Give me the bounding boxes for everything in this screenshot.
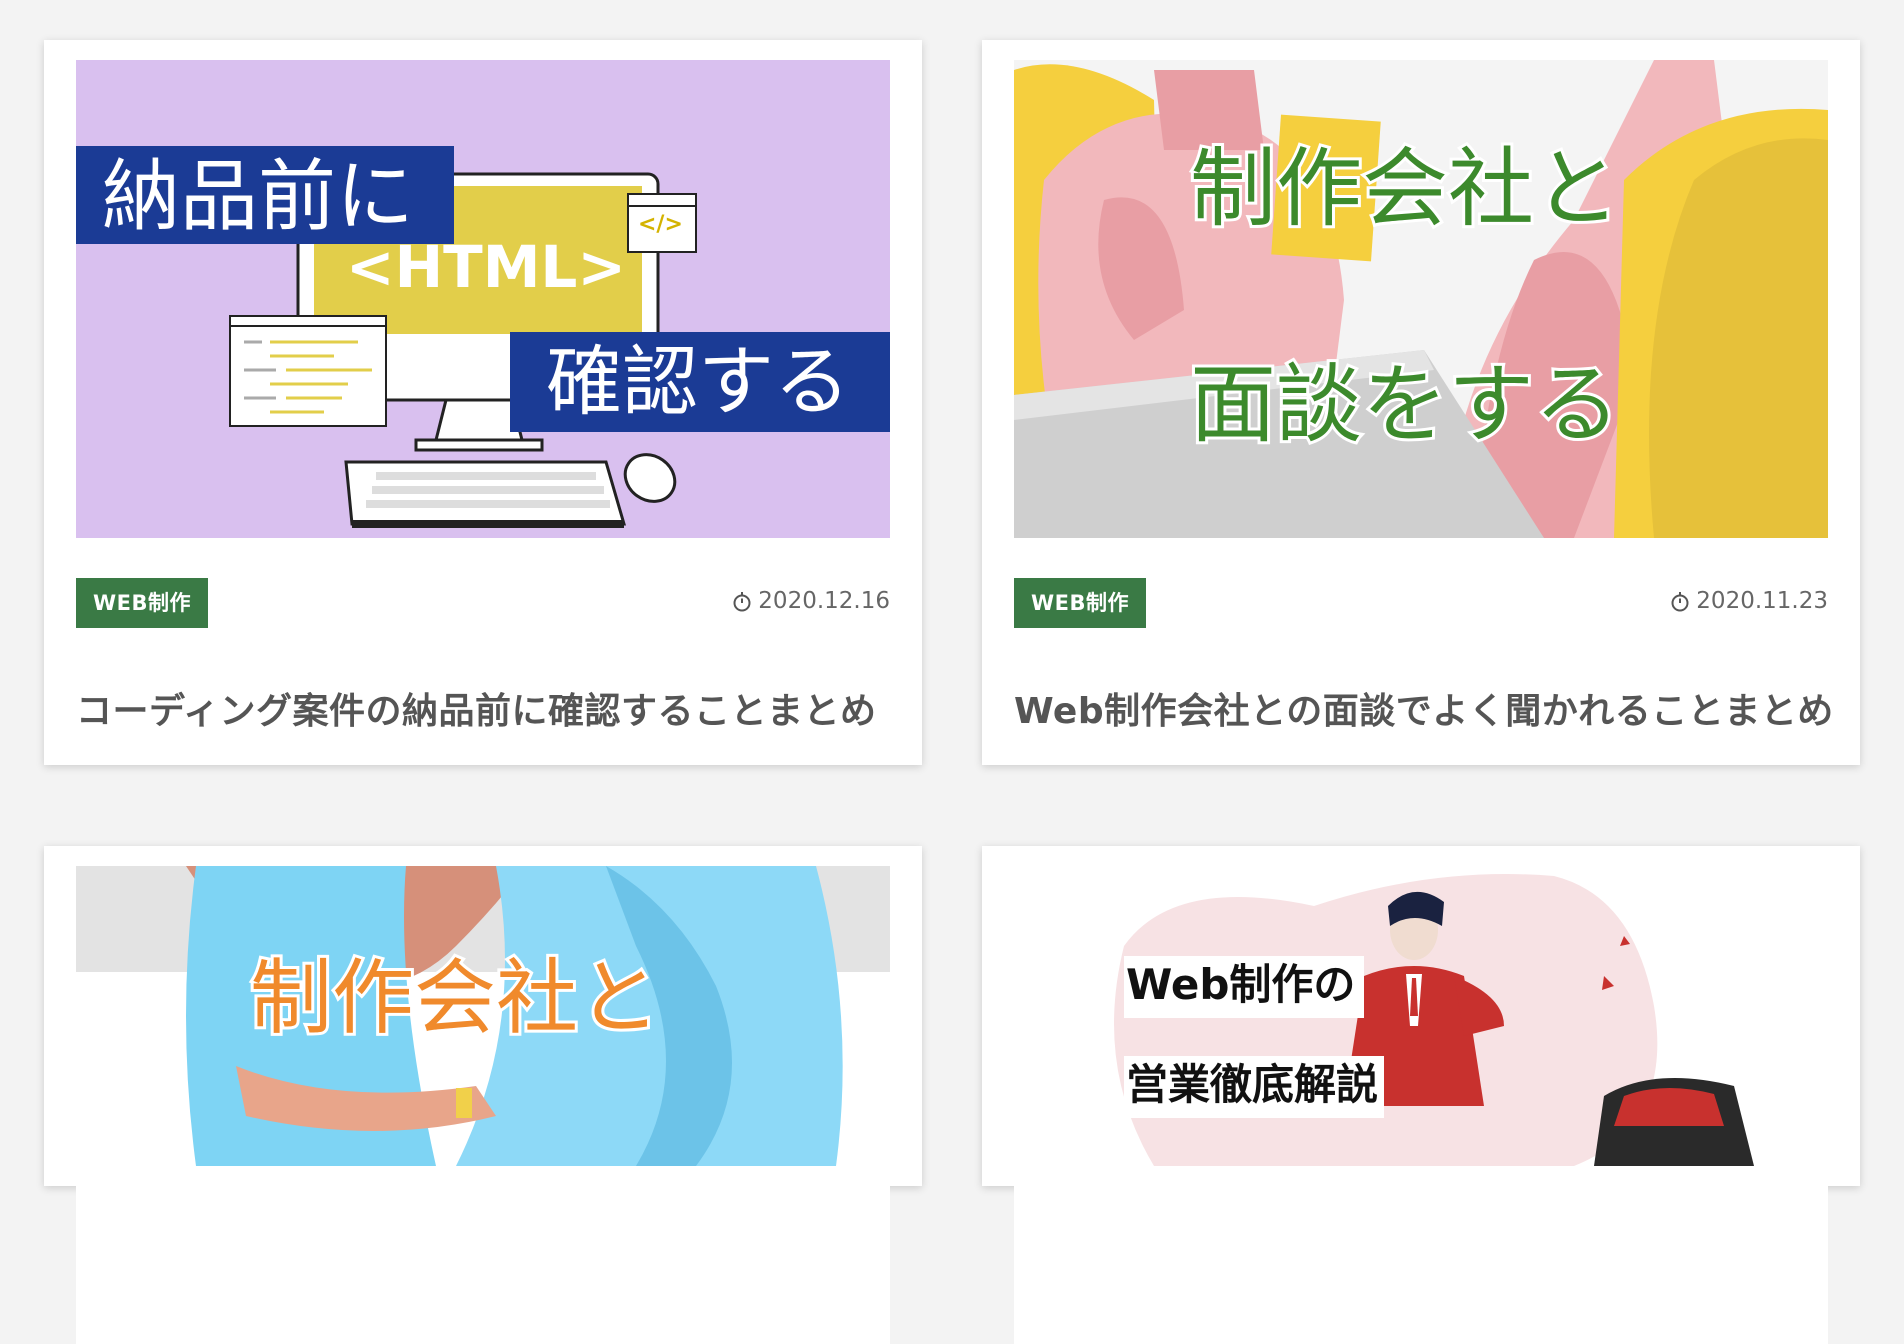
post-card[interactable]: 制作会社と 面談をする WEB制作 2020.11.23 Web制作会社との面談… [982, 40, 1860, 765]
thumbnail-line-1: 制作会社と [1187, 139, 1623, 239]
post-date: 2020.11.23 [1670, 588, 1828, 614]
thumbnail-line-1: 納品前に [102, 152, 415, 242]
thumbnail-illustration [1014, 60, 1828, 538]
post-title[interactable]: Web制作会社との面談でよく聞かれることまとめ [1014, 682, 1833, 734]
thumbnail-line-2: 確認する [546, 337, 850, 426]
thumbnail-line-1: Web制作の [1126, 960, 1356, 1009]
thumbnail-line-1: 制作会社と [247, 951, 663, 1046]
post-date: 2020.12.16 [732, 588, 890, 614]
thumbnail-code-text: </> [638, 212, 683, 237]
post-title[interactable]: コーディング案件の納品前に確認することまとめ [76, 682, 890, 734]
post-thumbnail[interactable]: Web制作の 営業徹底解説 [1014, 866, 1828, 1344]
post-date-text: 2020.11.23 [1696, 588, 1828, 614]
thumbnail-line-2: 面談をする [1187, 355, 1623, 455]
category-badge[interactable]: WEB制作 [1014, 578, 1147, 628]
post-thumbnail[interactable]: 制作会社と [76, 866, 890, 1344]
post-thumbnail[interactable]: 納品前に <HTML> </> 確認する [76, 60, 890, 538]
thumbnail-screen-text: <HTML> [346, 233, 626, 301]
post-card[interactable]: Web制作の 営業徹底解説 [982, 846, 1860, 1344]
thumbnail-illustration [76, 866, 890, 1344]
post-card[interactable]: 制作会社と [44, 846, 922, 1344]
post-date-text: 2020.12.16 [758, 588, 890, 614]
category-badge[interactable]: WEB制作 [76, 578, 209, 628]
stopwatch-icon [1671, 592, 1689, 612]
thumbnail-line-2: 営業徹底解説 [1126, 1060, 1379, 1109]
post-card[interactable]: 納品前に <HTML> </> 確認する WEB制作 2020.12.16 コー… [44, 40, 922, 765]
stopwatch-icon [733, 592, 751, 612]
post-thumbnail[interactable]: 制作会社と 面談をする [1014, 60, 1828, 538]
